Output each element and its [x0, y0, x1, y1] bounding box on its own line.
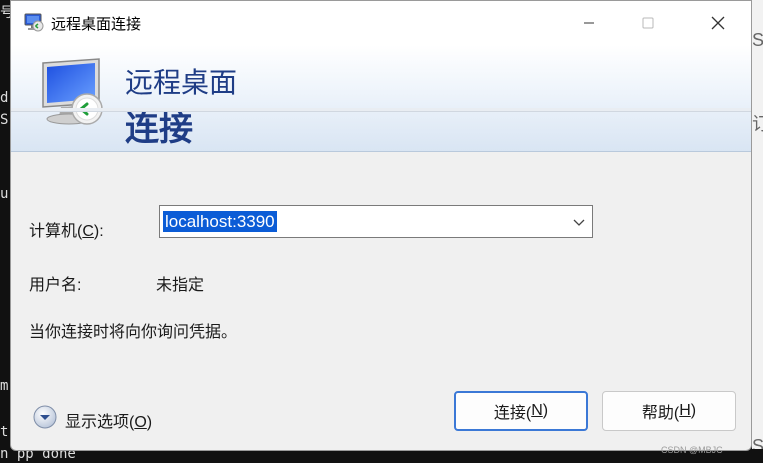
banner-separator: [11, 108, 751, 112]
remote-desktop-monitor-icon: [42, 58, 103, 125]
username-label: 用户名:: [29, 277, 82, 294]
watermark: CSDN @MBJC: [661, 445, 723, 455]
connect-label-suffix: ): [542, 402, 549, 419]
minimize-icon: [584, 22, 594, 24]
computer-label-prefix: 计算机(: [29, 223, 83, 240]
computer-label: 计算机(C):: [29, 217, 104, 241]
minimize-button[interactable]: [566, 1, 612, 45]
close-icon: [711, 16, 725, 30]
maximize-button[interactable]: [625, 1, 671, 45]
show-options-link[interactable]: 显示选项(O): [65, 408, 152, 432]
help-label-accesskey: H: [679, 402, 691, 419]
options-label-suffix: ): [146, 414, 153, 431]
computer-label-accesskey: C: [82, 223, 94, 240]
computer-label-suffix: ):: [93, 223, 104, 240]
bg-fragment: u: [0, 186, 9, 202]
remote-desktop-app-icon: [24, 13, 44, 32]
titlebar: 远程桌面连接: [11, 1, 751, 45]
connect-button[interactable]: 连接(N): [454, 391, 588, 431]
banner-title-line1: 远程桌面: [125, 67, 238, 98]
window-title: 远程桌面连接: [51, 16, 142, 33]
maximize-icon: [642, 17, 654, 29]
help-label-prefix: 帮助(: [641, 405, 680, 422]
username-value: 未指定: [156, 277, 205, 294]
help-label-suffix: ): [690, 402, 697, 419]
options-label-prefix: 显示选项(: [65, 414, 135, 431]
background-window-right: S 订 S: [752, 0, 763, 463]
bg-fragment: S: [0, 112, 9, 128]
bg-fragment: t: [0, 424, 9, 440]
computer-input-value[interactable]: localhost:3390: [163, 211, 277, 232]
bg-fragment: d: [0, 90, 9, 106]
bg-fragment: m: [0, 378, 9, 394]
help-button[interactable]: 帮助(H): [602, 391, 736, 431]
connect-label-prefix: 连接(: [493, 405, 532, 422]
expand-options-icon[interactable]: [33, 405, 57, 429]
options-label-accesskey: O: [134, 414, 147, 431]
chevron-down-icon[interactable]: [572, 215, 586, 229]
bg-fragment: S: [752, 30, 763, 50]
remote-desktop-dialog: 远程桌面连接 远程桌面 连接 计算机(C): localhost:3390 用户…: [10, 0, 752, 455]
close-button[interactable]: [695, 1, 741, 45]
bg-fragment: 订: [752, 114, 763, 134]
header-banner: 远程桌面 连接: [11, 45, 751, 152]
computer-combobox[interactable]: localhost:3390: [159, 205, 593, 238]
connect-label-accesskey: N: [531, 402, 543, 419]
credentials-note: 当你连接时将向你询问凭据。: [29, 324, 238, 341]
background-terminal-bottom: n pp done: [0, 449, 763, 463]
